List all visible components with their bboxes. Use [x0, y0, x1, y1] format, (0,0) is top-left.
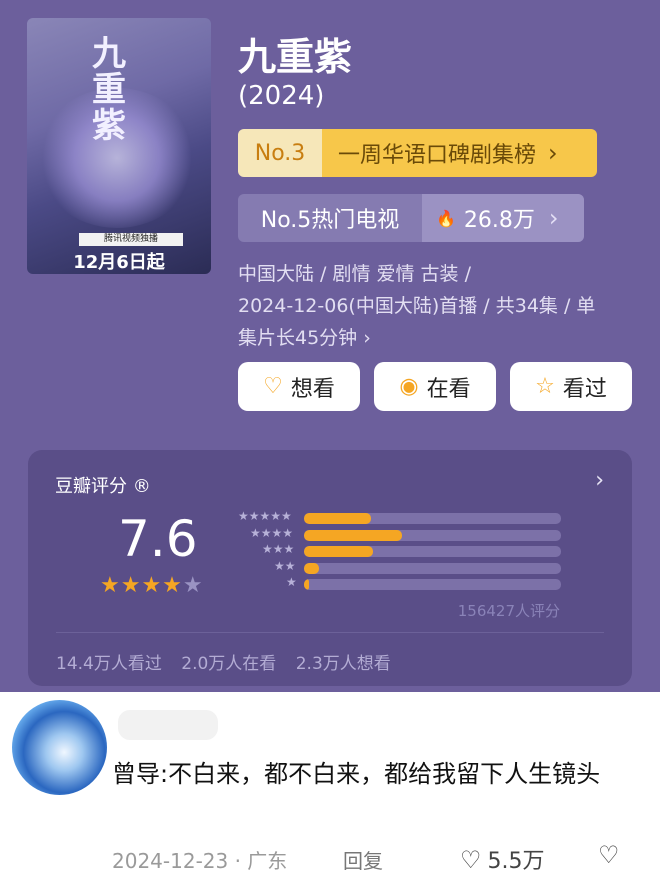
show-title: 九重紫 [238, 35, 353, 79]
show-meta[interactable]: 中国大陆 / 剧情 爱情 古装 / 2024-12-06(中国大陆)首播 / 共… [238, 258, 638, 354]
watching-count: 2.0万人在看 [181, 654, 277, 674]
like-count: 5.5万 [487, 849, 545, 874]
eye-icon: ◉ [399, 374, 419, 399]
watched-count: 14.4万人看过 [56, 654, 162, 674]
rating-bar-track [304, 529, 561, 541]
rating-bar-fill [304, 513, 371, 524]
avatar[interactable] [12, 700, 107, 795]
poster-strip: 腾讯视频独播 [79, 233, 183, 246]
rating-bar-stars: ★★★★★ [238, 509, 292, 523]
rank-list-label: 一周华语口碑剧集榜 [338, 143, 537, 168]
meta-line-1: 中国大陆 / 剧情 爱情 古装 / [238, 263, 472, 285]
show-year: (2024) [238, 81, 325, 111]
want-button[interactable]: ♡ 想看 [238, 362, 360, 411]
rating-bar-fill [304, 579, 310, 590]
hot-tv-count: 🔥 26.8万 › [422, 194, 584, 242]
rank-list-name: 一周华语口碑剧集榜 › [322, 129, 597, 177]
watching-label: 在看 [426, 376, 471, 402]
rating-bar-track [304, 513, 561, 524]
hot-tv-badge[interactable]: No.5热门电视 🔥 26.8万 › [238, 194, 584, 242]
rank-badge[interactable]: No.3 一周华语口碑剧集榜 › [238, 129, 597, 177]
reply-button[interactable]: 回复 [343, 845, 383, 874]
star-icon: ☆ [535, 374, 555, 399]
rating-score: 7.6 [118, 510, 198, 568]
rank-number: No.3 [238, 129, 322, 177]
chevron-right-icon: › [548, 139, 558, 167]
want-label: 想看 [290, 376, 335, 402]
comment-text: 曾导:不白来，都不白来，都给我留下人生镜头 [112, 760, 601, 788]
hot-count: 26.8万 [463, 208, 535, 233]
rating-bar-stars: ★ [286, 575, 297, 589]
like-button[interactable]: ♡ 5.5万 [460, 843, 545, 875]
rating-bar-stars: ★★★★ [250, 525, 294, 540]
rating-stars-empty: ★ [182, 573, 204, 598]
poster-image[interactable]: 九重紫 腾讯视频独播 12月6日起 [27, 18, 211, 274]
username-blurred [118, 710, 218, 740]
rating-bar-stars: ★★ [274, 558, 296, 573]
poster-title-art: 九重紫 [92, 34, 126, 146]
douban-rating-card[interactable]: 豆瓣评分 ® › 7.6 ★★★★★ ★★★★★ ★★★★ ★★★ ★★ ★ 15642… [28, 450, 632, 686]
flame-icon: 🔥 [436, 208, 456, 228]
rating-bar-track [304, 579, 561, 590]
poster-date: 12月6日起 [73, 252, 165, 273]
rating-bar-fill [304, 529, 402, 541]
watching-button[interactable]: ◉ 在看 [374, 362, 496, 411]
want-count: 2.3万人想看 [295, 654, 391, 674]
heart-icon: ♡ [460, 846, 482, 874]
rating-stars: ★★★★★ [100, 573, 204, 598]
watched-button[interactable]: ☆ 看过 [510, 362, 632, 411]
movie-header: 九重紫 腾讯视频独播 12月6日起 九重紫 (2024) No.3 一周华语口碑… [0, 0, 660, 692]
comment-date-location: 2024-12-23 · 广东 [112, 849, 288, 873]
watched-label: 看过 [562, 376, 607, 402]
divider [56, 632, 604, 633]
rating-vote-count: 156427人评分 [457, 602, 560, 620]
dislike-icon[interactable]: ♡ [598, 841, 620, 869]
heart-plus-icon: ♡ [263, 374, 283, 399]
rating-bar-stars: ★★★ [262, 542, 295, 556]
rating-stars-filled: ★★★★ [100, 573, 183, 598]
rating-bar-fill [304, 546, 374, 557]
meta-line-3: 集片长45分钟 › [238, 327, 371, 349]
chevron-right-icon[interactable]: › [595, 468, 604, 493]
rating-label: 豆瓣评分 ® [55, 476, 151, 497]
rating-bar-track [304, 562, 561, 574]
rating-bar-track [304, 546, 561, 557]
rating-bar-fill [304, 562, 320, 574]
watch-stats: 14.4万人看过 2.0万人在看 2.3万人想看 [56, 649, 391, 674]
hot-tv-label: No.5热门电视 [260, 208, 400, 233]
chevron-right-icon: › [548, 204, 559, 232]
meta-line-2: 2024-12-06(中国大陆)首播 / 共34集 / 单 [238, 295, 596, 317]
